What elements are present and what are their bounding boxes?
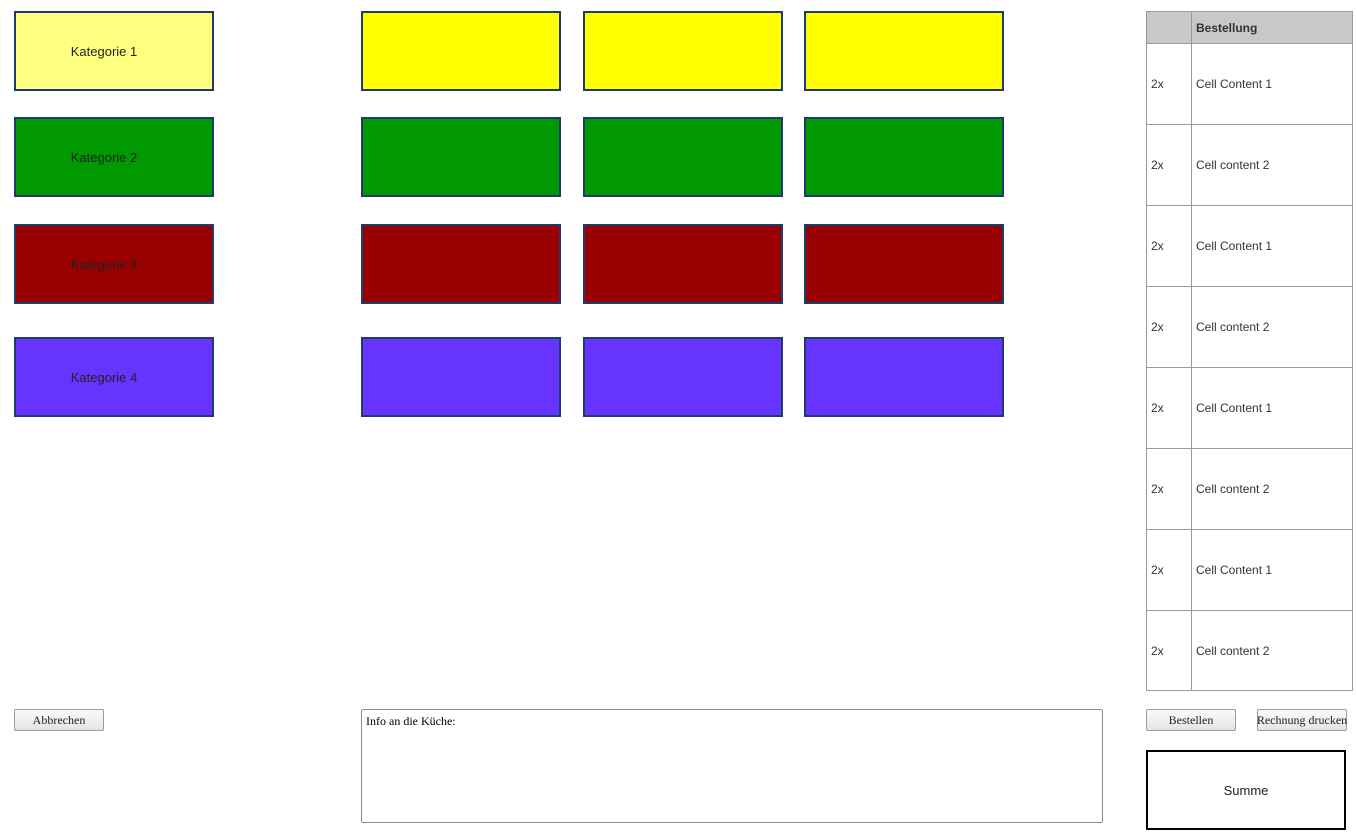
product-button[interactable] [804, 337, 1004, 417]
product-button[interactable] [361, 337, 561, 417]
qty-cell: 2x [1147, 286, 1192, 368]
category-button-2[interactable]: Kategorie 2 [14, 117, 214, 197]
product-button[interactable] [804, 11, 1004, 91]
product-button[interactable] [583, 117, 783, 197]
order-header: Bestellung [1191, 12, 1352, 44]
item-cell: Cell content 2 [1191, 286, 1352, 368]
product-button[interactable] [583, 11, 783, 91]
qty-cell: 2x [1147, 367, 1192, 449]
table-row[interactable]: 2x Cell Content 1 [1147, 529, 1352, 611]
product-button[interactable] [361, 117, 561, 197]
item-cell: Cell Content 1 [1191, 205, 1352, 287]
qty-header [1147, 12, 1192, 44]
table-row[interactable]: 2x Cell content 2 [1147, 448, 1352, 530]
qty-cell: 2x [1147, 610, 1192, 691]
product-button[interactable] [804, 224, 1004, 304]
qty-cell: 2x [1147, 529, 1192, 611]
item-cell: Cell Content 1 [1191, 367, 1352, 449]
kitchen-info-textarea[interactable]: Info an die Küche: [361, 709, 1103, 823]
product-button[interactable] [361, 11, 561, 91]
product-button[interactable] [804, 117, 1004, 197]
category-label: Kategorie 2 [70, 149, 138, 165]
table-row[interactable]: 2x Cell content 2 [1147, 610, 1352, 691]
order-button[interactable]: Bestellen [1146, 709, 1236, 731]
qty-cell: 2x [1147, 205, 1192, 287]
qty-cell: 2x [1147, 43, 1192, 125]
item-cell: Cell Content 1 [1191, 529, 1352, 611]
category-button-1[interactable]: Kategorie 1 [14, 11, 214, 91]
product-button[interactable] [583, 337, 783, 417]
qty-cell: 2x [1147, 124, 1192, 206]
item-cell: Cell content 2 [1191, 610, 1352, 691]
item-cell: Cell Content 1 [1191, 43, 1352, 125]
table-row[interactable]: 2x Cell Content 1 [1147, 367, 1352, 449]
category-button-3[interactable]: Kategorie 3 [14, 224, 214, 304]
category-label: Kategorie 3 [70, 256, 138, 272]
qty-cell: 2x [1147, 448, 1192, 530]
print-bill-button[interactable]: Rechnung drucken [1257, 709, 1347, 731]
table-row[interactable]: 2x Cell Content 1 [1147, 205, 1352, 287]
cancel-button[interactable]: Abbrechen [14, 709, 104, 731]
table-row[interactable]: 2x Cell content 2 [1147, 286, 1352, 368]
table-row[interactable]: 2x Cell content 2 [1147, 124, 1352, 206]
item-cell: Cell content 2 [1191, 124, 1352, 206]
category-button-4[interactable]: Kategorie 4 [14, 337, 214, 417]
sum-display: Summe [1146, 750, 1346, 830]
table-row[interactable]: 2x Cell Content 1 [1147, 43, 1352, 125]
category-label: Kategorie 1 [70, 43, 138, 59]
category-label: Kategorie 4 [70, 369, 138, 385]
product-button[interactable] [361, 224, 561, 304]
item-cell: Cell content 2 [1191, 448, 1352, 530]
product-button[interactable] [583, 224, 783, 304]
order-table: Bestellung 2x Cell Content 1 2x Cell conte… [1146, 11, 1353, 691]
